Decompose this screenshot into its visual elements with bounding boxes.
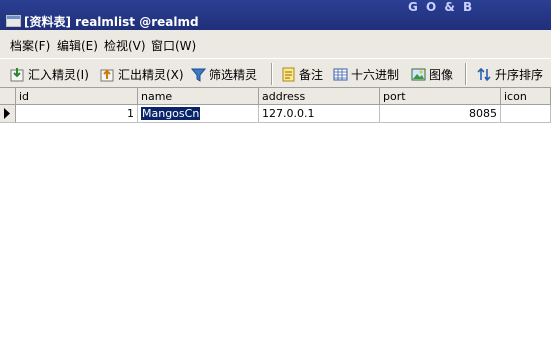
toolbar-separator xyxy=(271,63,273,85)
window-title: [资料表] realmlist @realmd xyxy=(24,15,199,29)
menu-edit[interactable]: 编辑(E) xyxy=(57,37,98,54)
title-bar: [资料表] realmlist @realmd G O & B xyxy=(0,0,551,30)
hex-label: 十六进制 xyxy=(351,67,400,82)
export-wizard-label: 汇出精灵(X) xyxy=(118,67,184,82)
filter-wizard-button[interactable]: 筛选精灵 xyxy=(190,64,258,84)
data-grid: id name address port icon 1 MangosCn 127… xyxy=(0,88,551,362)
import-icon xyxy=(10,67,25,82)
column-header-id[interactable]: id xyxy=(16,88,138,105)
row-pointer-icon xyxy=(4,108,10,119)
cell-icon[interactable] xyxy=(501,105,551,123)
import-wizard-label: 汇入精灵(I) xyxy=(28,67,89,82)
table-icon xyxy=(6,15,21,27)
cell-id[interactable]: 1 xyxy=(16,105,138,123)
sort-ascending-button[interactable]: 升序排序 xyxy=(477,64,543,84)
sort-ascending-label: 升序排序 xyxy=(495,67,544,82)
memo-button[interactable]: 备注 xyxy=(281,64,323,84)
filter-icon xyxy=(190,67,207,82)
column-header-icon[interactable]: icon xyxy=(501,88,551,105)
title-decoration: G O & B xyxy=(408,0,475,14)
column-header-port[interactable]: port xyxy=(380,88,501,105)
filter-wizard-label: 筛选精灵 xyxy=(209,67,258,82)
row-pointer[interactable] xyxy=(0,105,16,123)
cell-name-value[interactable]: MangosCn xyxy=(139,106,202,121)
menu-view[interactable]: 检视(V) xyxy=(104,37,146,54)
hex-button[interactable]: 十六进制 xyxy=(333,64,399,84)
image-button[interactable]: 图像 xyxy=(411,64,453,84)
toolbar: 汇入精灵(I) 汇出精灵(X) 筛选精灵 备注 十六进制 图像 升序排序 xyxy=(0,58,551,88)
cell-port[interactable]: 8085 xyxy=(380,105,501,123)
export-wizard-button[interactable]: 汇出精灵(X) xyxy=(100,64,184,84)
image-label: 图像 xyxy=(429,67,454,82)
row-header-corner xyxy=(0,88,16,105)
image-icon xyxy=(411,67,426,82)
memo-label: 备注 xyxy=(299,67,324,82)
memo-icon xyxy=(281,67,296,82)
menu-window[interactable]: 窗口(W) xyxy=(151,37,196,54)
sort-icon xyxy=(477,67,492,82)
import-wizard-button[interactable]: 汇入精灵(I) xyxy=(10,64,89,84)
hex-icon xyxy=(333,67,348,82)
column-header-name[interactable]: name xyxy=(138,88,259,105)
column-header-address[interactable]: address xyxy=(259,88,380,105)
toolbar-separator xyxy=(465,63,467,85)
menu-file[interactable]: 档案(F) xyxy=(10,37,50,54)
menu-bar: 档案(F) 编辑(E) 检视(V) 窗口(W) xyxy=(0,30,551,58)
cell-address[interactable]: 127.0.0.1 xyxy=(259,105,380,123)
cell-name[interactable]: MangosCn xyxy=(138,105,259,123)
export-icon xyxy=(100,67,115,82)
